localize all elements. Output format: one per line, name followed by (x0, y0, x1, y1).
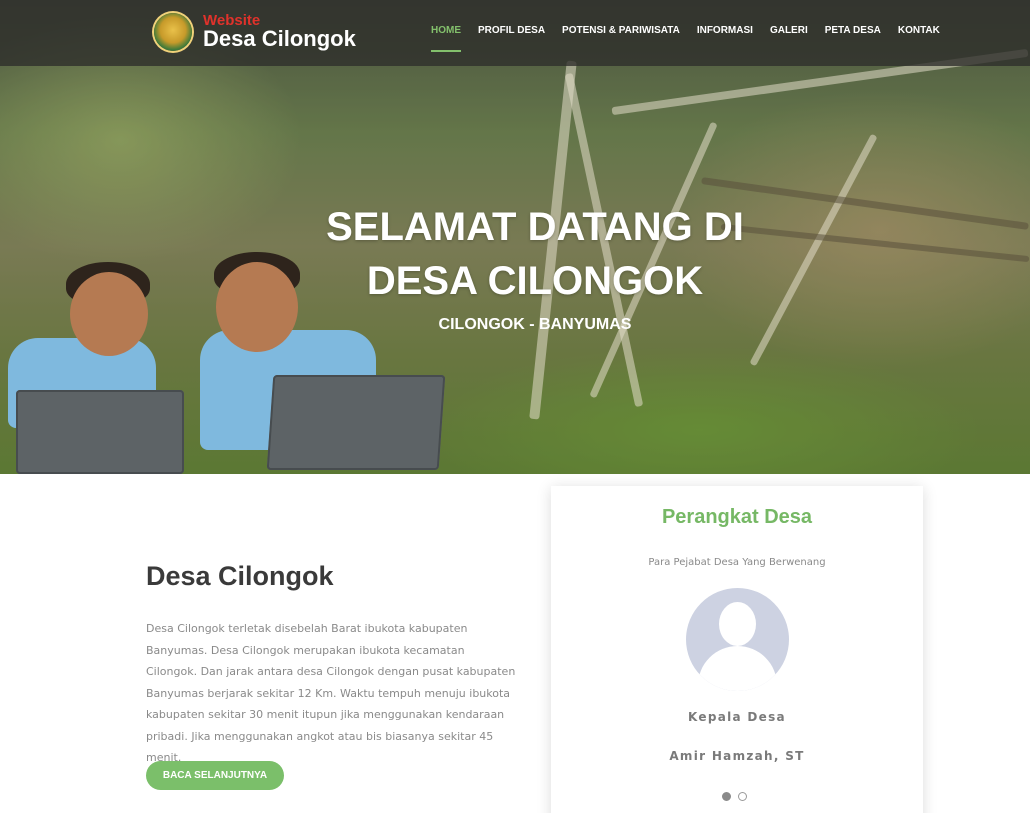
hero-subtitle: CILONGOK - BANYUMAS (438, 316, 632, 333)
hero-banner: SELAMAT DATANG DI DESA CILONGOK CILONGOK… (0, 0, 1030, 474)
nav-informasi[interactable]: INFORMASI (697, 25, 753, 44)
read-more-button[interactable]: BACA SELANJUTNYA (146, 761, 284, 790)
nav-peta-desa[interactable]: PETA DESA (825, 25, 881, 44)
carousel-dot-1[interactable] (722, 792, 731, 801)
nav-home[interactable]: HOME (431, 25, 461, 52)
officials-card: Perangkat Desa Para Pejabat Desa Yang Be… (551, 486, 923, 813)
hero-title-line2: DESA CILONGOK (366, 259, 704, 303)
official-name: Amir Hamzah, ST (669, 749, 805, 763)
carousel-dot-2[interactable] (738, 792, 747, 801)
hero-title: SELAMAT DATANG DI DESA CILONGOK (0, 200, 1030, 308)
main-menu: HOME PROFIL DESA POTENSI & PARIWISATA IN… (431, 25, 957, 52)
carousel-dots (722, 792, 747, 801)
logo-big-text[interactable]: Desa Cilongok (203, 27, 356, 51)
nav-kontak[interactable]: KONTAK (898, 25, 940, 44)
about-title: Desa Cilongok (146, 561, 334, 591)
top-navbar: Website Desa Cilongok HOME PROFIL DESA P… (0, 0, 1030, 66)
village-emblem-logo[interactable] (154, 13, 192, 51)
nav-galeri[interactable]: GALERI (770, 25, 808, 44)
hero-title-line1: SELAMAT DATANG DI (326, 205, 744, 249)
officials-subtitle: Para Pejabat Desa Yang Berwenang (648, 557, 826, 568)
officials-title: Perangkat Desa (661, 506, 813, 528)
nav-potensi-pariwisata[interactable]: POTENSI & PARIWISATA (562, 25, 680, 44)
about-text: Desa Cilongok terletak disebelah Barat i… (146, 622, 516, 764)
official-role: Kepala Desa (688, 710, 786, 724)
nav-profil-desa[interactable]: PROFIL DESA (478, 25, 545, 44)
avatar-placeholder-icon (686, 588, 789, 691)
